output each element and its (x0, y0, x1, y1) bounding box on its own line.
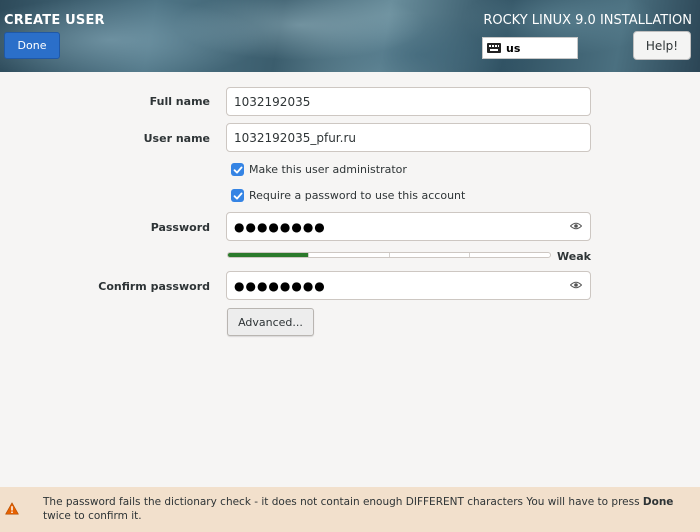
checkmark-icon (233, 192, 242, 199)
warning-text-part: twice to confirm it. (43, 510, 142, 522)
checkmark-icon (233, 166, 242, 173)
password-masked-value: ●●●●●●●● (234, 219, 326, 234)
strength-segment (390, 253, 471, 257)
warning-text-part: The password fails the dictionary check … (43, 496, 643, 508)
user-name-field[interactable]: 1032192035_pfur.ru (226, 123, 591, 152)
password-label: Password (150, 221, 210, 234)
password-strength-label: Weak (557, 250, 591, 263)
full-name-field[interactable]: 1032192035 (226, 87, 591, 116)
warning-triangle-icon (5, 502, 19, 515)
header-bar: CREATE USER ROCKY LINUX 9.0 INSTALLATION… (0, 0, 700, 72)
full-name-value: 1032192035 (234, 94, 311, 109)
user-name-label: User name (143, 132, 210, 145)
keyboard-icon (487, 43, 501, 53)
warning-message: The password fails the dictionary check … (43, 495, 693, 523)
keyboard-layout-indicator[interactable]: us (482, 37, 578, 59)
confirm-password-field[interactable]: ●●●●●●●● (226, 271, 591, 300)
help-button[interactable]: Help! (633, 31, 691, 60)
keyboard-layout-label: us (506, 41, 521, 55)
warning-bar: The password fails the dictionary check … (0, 487, 700, 532)
advanced-button[interactable]: Advanced... (227, 308, 314, 336)
admin-checkbox-row[interactable]: Make this user administrator (231, 163, 407, 176)
confirm-password-masked-value: ●●●●●●●● (234, 278, 326, 293)
strength-segment (228, 253, 309, 257)
eye-icon[interactable] (570, 222, 582, 230)
strength-segment (309, 253, 390, 257)
password-strength-bar (227, 252, 551, 258)
installation-title: ROCKY LINUX 9.0 INSTALLATION (483, 13, 692, 28)
admin-checkbox-label: Make this user administrator (249, 163, 407, 176)
eye-icon[interactable] (570, 281, 582, 289)
password-field[interactable]: ●●●●●●●● (226, 212, 591, 241)
require-password-checkbox[interactable] (231, 189, 244, 202)
confirm-password-label: Confirm password (98, 280, 210, 293)
page-title: CREATE USER (4, 13, 105, 28)
user-name-value: 1032192035_pfur.ru (234, 130, 356, 145)
warning-text-bold: Done (642, 496, 674, 508)
admin-checkbox[interactable] (231, 163, 244, 176)
done-button[interactable]: Done (4, 32, 60, 59)
require-password-checkbox-row[interactable]: Require a password to use this account (231, 189, 465, 202)
strength-segment (470, 253, 550, 257)
full-name-label: Full name (149, 95, 210, 108)
require-password-label: Require a password to use this account (249, 189, 466, 202)
